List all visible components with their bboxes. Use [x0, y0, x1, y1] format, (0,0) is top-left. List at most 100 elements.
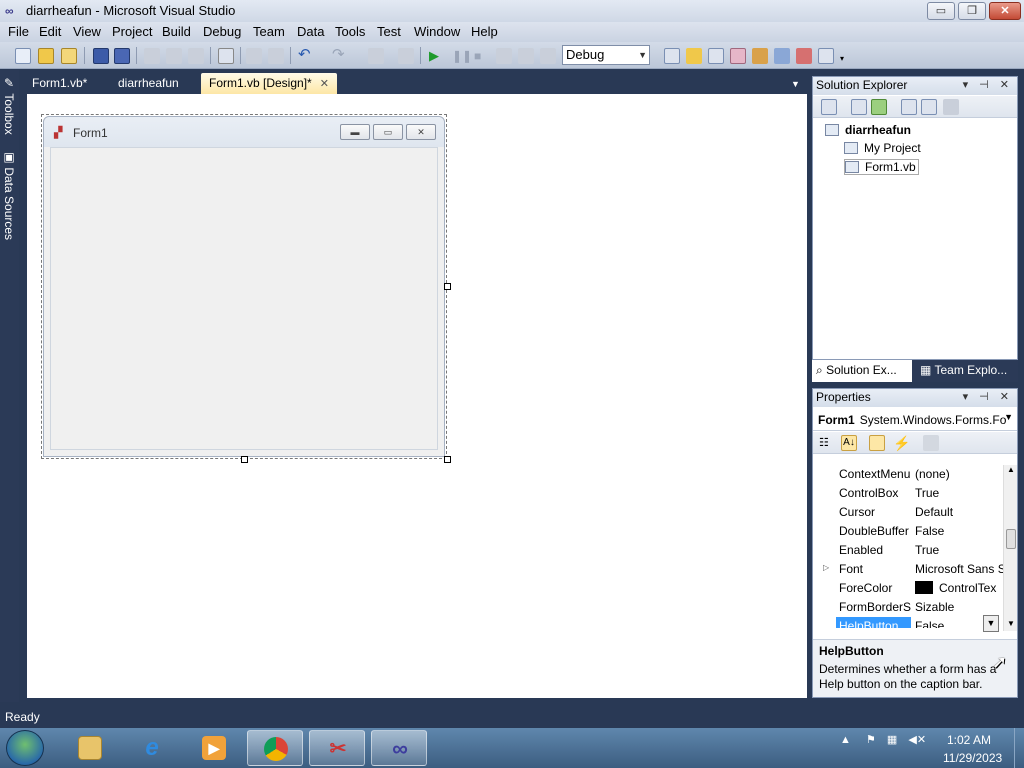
- toolbox-icon[interactable]: [752, 48, 768, 64]
- navigate-forward-icon[interactable]: [398, 48, 414, 64]
- open-icon[interactable]: [38, 48, 54, 64]
- toolbar-overflow-icon[interactable]: ▾: [840, 48, 856, 64]
- copy-icon[interactable]: [166, 48, 182, 64]
- step-out-icon[interactable]: [540, 48, 556, 64]
- property-row[interactable]: ContextMenu (none): [813, 465, 1003, 484]
- minimize-button[interactable]: ▭: [927, 2, 955, 20]
- volume-muted-icon[interactable]: ◀✕: [908, 734, 926, 746]
- property-row[interactable]: ForeColor ControlTex: [813, 579, 1003, 598]
- redo-icon[interactable]: ↷: [332, 47, 348, 64]
- maximize-button[interactable]: ❐: [958, 2, 986, 20]
- step-into-icon[interactable]: [518, 48, 534, 64]
- action-center-icon[interactable]: ⚑: [866, 734, 876, 746]
- add-item-icon[interactable]: [61, 48, 77, 64]
- events-icon[interactable]: ⚡: [893, 435, 910, 451]
- panel-pin-close-icon[interactable]: ▾ ⊣ ✕: [963, 78, 1013, 91]
- resize-handle-right[interactable]: [444, 283, 451, 290]
- form-client-area[interactable]: [50, 147, 438, 450]
- show-hidden-icons-icon[interactable]: ▲: [840, 734, 851, 746]
- network-icon[interactable]: ▦: [887, 734, 897, 746]
- menu-edit[interactable]: Edit: [39, 24, 61, 39]
- property-row-selected[interactable]: HelpButton False: [813, 617, 1003, 628]
- property-value[interactable]: True: [915, 543, 1003, 557]
- menu-help[interactable]: Help: [471, 24, 498, 39]
- menu-window[interactable]: Window: [414, 24, 460, 39]
- new-project-icon[interactable]: [15, 48, 31, 64]
- property-value[interactable]: (none): [915, 467, 1003, 481]
- comment-icon[interactable]: [246, 48, 262, 64]
- scrollbar-thumb[interactable]: [1006, 529, 1016, 549]
- panel-pin-close-icon[interactable]: ▾ ⊣ ✕: [963, 390, 1013, 403]
- menu-team[interactable]: Team: [253, 24, 285, 39]
- save-all-icon[interactable]: [114, 48, 130, 64]
- designed-form[interactable]: ▞ Form1 ▬ ▭ ✕: [43, 116, 445, 457]
- pause-icon[interactable]: ❚❚: [452, 48, 472, 64]
- object-selector[interactable]: Form1 System.Windows.Forms.Fo ▼: [813, 409, 1017, 431]
- tab-project[interactable]: diarrheafun: [110, 73, 187, 94]
- stop-icon[interactable]: ■: [474, 48, 490, 64]
- taskbar-snipping-tool[interactable]: ✂: [309, 730, 365, 766]
- close-window-button[interactable]: ✕: [989, 2, 1021, 20]
- clock-time[interactable]: 1:02 AM: [947, 733, 991, 747]
- tab-form1-vb[interactable]: Form1.vb*: [24, 73, 95, 94]
- property-row[interactable]: ControlBox True: [813, 484, 1003, 503]
- view-code-icon[interactable]: [901, 99, 917, 115]
- start-button[interactable]: [6, 730, 44, 766]
- property-row[interactable]: ▷ Font Microsoft Sans S: [813, 560, 1003, 579]
- property-value[interactable]: Default: [915, 505, 1003, 519]
- uncomment-icon[interactable]: [268, 48, 284, 64]
- properties-icon[interactable]: [821, 99, 837, 115]
- taskbar-visual-studio[interactable]: ∞: [371, 730, 427, 766]
- close-tab-icon[interactable]: ✕: [320, 78, 329, 90]
- property-row[interactable]: Enabled True: [813, 541, 1003, 560]
- tree-item-form1[interactable]: Form1.vb: [844, 159, 919, 175]
- find-in-files-icon[interactable]: [664, 48, 680, 64]
- menu-view[interactable]: View: [73, 24, 101, 39]
- resize-handle-corner[interactable]: [444, 456, 451, 463]
- clock-date[interactable]: 11/29/2023: [943, 751, 1002, 765]
- refresh-icon[interactable]: [871, 99, 887, 115]
- scroll-up-icon[interactable]: ▲: [1007, 465, 1015, 474]
- tab-list-dropdown-icon[interactable]: ▼: [791, 79, 800, 89]
- menu-build[interactable]: Build: [162, 24, 191, 39]
- property-pages-icon[interactable]: [923, 435, 939, 451]
- properties-window-icon[interactable]: [708, 48, 724, 64]
- tab-solution-explorer[interactable]: ⌕ Solution Ex...: [812, 360, 912, 382]
- data-sources-tab[interactable]: ▣ Data Sources: [2, 150, 16, 240]
- tree-item-project[interactable]: diarrheafun: [825, 123, 911, 137]
- taskbar-explorer[interactable]: [62, 730, 118, 766]
- navigate-back-icon[interactable]: [368, 48, 384, 64]
- step-icon[interactable]: [496, 48, 512, 64]
- properties-view-icon[interactable]: [869, 435, 885, 451]
- tab-form1-design[interactable]: Form1.vb [Design]* ✕: [201, 73, 337, 94]
- save-icon[interactable]: [93, 48, 109, 64]
- expand-arrow-icon[interactable]: ▷: [823, 563, 829, 572]
- taskbar-internet-explorer[interactable]: e: [124, 730, 180, 766]
- tree-item-my-project[interactable]: My Project: [844, 141, 921, 155]
- solution-explorer-icon[interactable]: [686, 48, 702, 64]
- show-all-files-icon[interactable]: [851, 99, 867, 115]
- property-row[interactable]: FormBorderSt Sizable: [813, 598, 1003, 617]
- property-value[interactable]: ControlTex: [915, 581, 1003, 595]
- tab-team-explorer[interactable]: ▦ Team Explo...: [916, 360, 1011, 382]
- class-view-icon[interactable]: [774, 48, 790, 64]
- menu-tools[interactable]: Tools: [335, 24, 365, 39]
- property-value[interactable]: False: [915, 524, 1003, 538]
- start-icon[interactable]: ▶: [429, 48, 445, 64]
- menu-file[interactable]: File: [8, 24, 29, 39]
- property-value[interactable]: True: [915, 486, 1003, 500]
- taskbar-chrome[interactable]: [247, 730, 303, 766]
- resize-handle-bottom[interactable]: [241, 456, 248, 463]
- menu-debug[interactable]: Debug: [203, 24, 241, 39]
- property-grid-scrollbar[interactable]: ▲ ▼: [1003, 465, 1017, 631]
- menu-data[interactable]: Data: [297, 24, 324, 39]
- property-value[interactable]: Microsoft Sans S: [915, 562, 1003, 576]
- error-list-icon[interactable]: [796, 48, 812, 64]
- cut-icon[interactable]: [144, 48, 160, 64]
- scroll-down-icon[interactable]: ▼: [1007, 619, 1015, 628]
- menu-project[interactable]: Project: [112, 24, 152, 39]
- view-designer-icon[interactable]: [921, 99, 937, 115]
- categorized-icon[interactable]: ☷: [819, 435, 835, 451]
- start-page-icon[interactable]: [818, 48, 834, 64]
- paste-icon[interactable]: [188, 48, 204, 64]
